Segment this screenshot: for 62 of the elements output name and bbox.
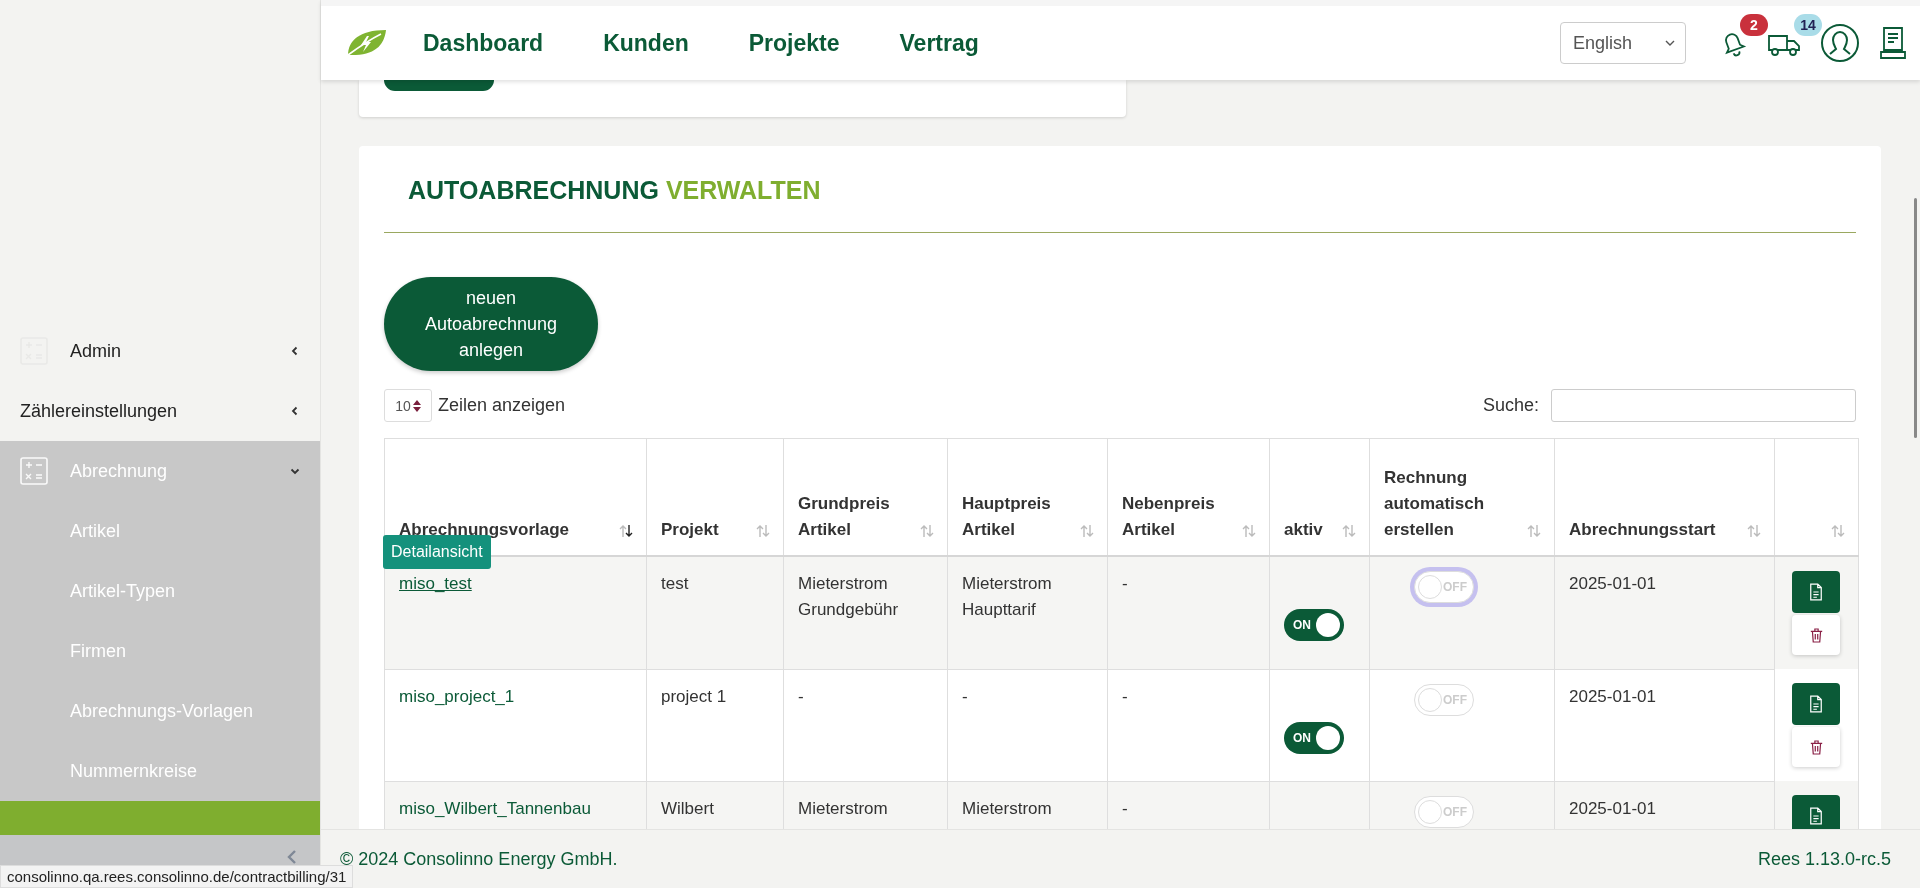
table-cell: Mieterstrom [798,798,888,818]
spinner-icon [412,399,421,412]
table-cell: 2025-01-01 [1569,686,1656,706]
delete-button[interactable] [1792,615,1841,655]
chevron-icon [290,406,300,416]
table-cell: - [798,686,804,706]
table-cell: Wilbert [661,798,714,818]
document-button[interactable] [1792,795,1841,829]
table-cell: Mieterstrom Grundgebühr [798,574,899,619]
version-text: Rees 1.13.0-rc.5 [1757,848,1891,870]
tooltip: Detailansicht [383,535,491,569]
document-button[interactable] [1792,683,1841,725]
delivery-badge: 14 [1794,14,1822,36]
sidebar-item[interactable]: Zählereinstellungen [0,381,320,441]
status-url: consolinno.qa.rees.consolinno.de/contractbilling/31 [0,865,354,888]
delete-button[interactable] [1792,727,1841,767]
calculator-icon [20,457,48,485]
trash-icon [1809,739,1823,755]
column-header[interactable]: Projekt [661,517,719,543]
nav-link[interactable]: Projekte [748,29,840,57]
caret-icon [1665,40,1675,46]
page-size-select[interactable]: 10 [384,389,432,422]
column-header[interactable]: Abrechnungsstart [1569,517,1716,543]
template-link[interactable]: miso_test [399,574,472,593]
table-cell: - [1122,574,1128,593]
page-size-label: Zeilen anzeigen [438,395,566,416]
table-cell: Mieterstrom [962,798,1052,818]
button-remnant[interactable] [384,80,494,91]
active-toggle[interactable]: ON [1284,721,1344,754]
table-cell: Mieterstrom Haupttarif [962,574,1052,619]
nav-link[interactable]: Kunden [603,29,689,57]
search-label: Suche: [1482,395,1539,416]
trash-icon [1809,627,1823,643]
nav-link[interactable]: Dashboard [423,29,544,57]
new-billing-button[interactable]: neuen Autoabrechnung anlegen [384,277,598,371]
chevron-icon [290,466,300,476]
document-button[interactable] [1792,571,1841,613]
column-header[interactable]: aktiv [1284,517,1323,543]
table-cell: project 1 [661,686,727,706]
search-field[interactable] [1551,389,1856,422]
receipt-icon[interactable] [1878,26,1908,60]
chevron-icon [290,346,300,356]
sort-icon[interactable] [618,523,634,539]
page-title: AUTOABRECHNUNG VERWALTEN [407,175,822,206]
table-cell: - [962,686,968,706]
nav-link[interactable]: Vertrag [899,29,979,57]
table-cell: - [1122,686,1128,706]
user-icon[interactable] [1820,23,1860,63]
notification-badge: 2 [1740,14,1768,36]
document-icon [1809,695,1824,713]
document-icon [1809,583,1824,601]
scrollbar[interactable] [1914,198,1917,438]
active-toggle[interactable]: ON [1284,609,1344,641]
collapse-icon[interactable] [286,849,298,865]
table-cell: 2025-01-01 [1569,574,1656,593]
document-icon [1809,807,1824,825]
table-cell: - [1122,798,1128,818]
template-link[interactable]: miso_project_1 [399,686,515,706]
table-cell: 2025-01-01 [1569,798,1656,818]
table-cell: test [661,574,689,593]
sidebar-item[interactable]: Admin [0,321,320,381]
language-select[interactable]: English [1560,22,1686,64]
